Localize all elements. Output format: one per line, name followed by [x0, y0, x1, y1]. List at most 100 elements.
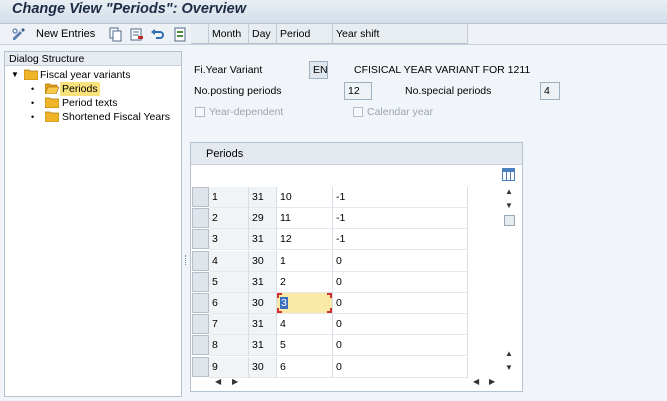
cell-value: 7 — [212, 318, 218, 330]
dialog-structure-panel: Dialog Structure ▼ Fiscal year variants … — [4, 51, 182, 397]
cell-value: 31 — [252, 191, 264, 203]
row-selector-button[interactable] — [192, 251, 209, 271]
cell-value: 9 — [212, 361, 218, 373]
tree-node-shortened-fiscal-years[interactable]: • Shortened Fiscal Years — [31, 110, 181, 124]
cell-period[interactable]: 12 — [277, 229, 333, 250]
row-selector-button[interactable] — [192, 293, 209, 313]
scroll-thumb[interactable] — [504, 215, 515, 226]
tree-node-periods[interactable]: • Periods — [31, 82, 181, 96]
cell-month: 3 — [209, 229, 249, 250]
column-header-period[interactable]: Period — [277, 24, 333, 44]
cell-year-shift[interactable]: -1 — [333, 208, 468, 229]
cell-value: 31 — [252, 318, 264, 330]
cell-value: 0 — [336, 318, 342, 330]
cell-period[interactable]: 5 — [277, 335, 333, 356]
select-all-rows-button[interactable] — [191, 24, 209, 44]
row-selector-button[interactable] — [192, 357, 209, 377]
cell-value: 4 — [212, 255, 218, 267]
row-selector-button[interactable] — [192, 272, 209, 292]
delete-icon[interactable] — [129, 27, 144, 42]
tree-node-period-texts[interactable]: • Period texts — [31, 96, 181, 110]
scroll-left-arrow-icon[interactable]: ◀ — [215, 377, 221, 389]
row-selector-button[interactable] — [192, 229, 209, 249]
tree-label: Period texts — [62, 97, 118, 109]
column-header-month[interactable]: Month — [209, 24, 249, 44]
table-settings-icon[interactable] — [502, 168, 515, 181]
cell-year-shift[interactable]: 0 — [333, 335, 468, 356]
cell-month: 5 — [209, 272, 249, 293]
cell-value: 3 — [212, 233, 218, 245]
cell-value: 5 — [280, 339, 286, 351]
column-header-year-shift[interactable]: Year shift — [333, 24, 468, 44]
focus-corner-marker — [277, 293, 282, 298]
folder-icon — [45, 111, 59, 122]
copy-icon[interactable] — [108, 27, 123, 42]
cell-year-shift[interactable]: 0 — [333, 357, 468, 378]
cell-value: -1 — [336, 191, 346, 203]
row-selector-button[interactable] — [192, 335, 209, 355]
cell-value: 2 — [280, 276, 286, 288]
fy-variant-description: CFISICAL YEAR VARIANT FOR 1211 — [354, 64, 531, 76]
panel-splitter[interactable] — [185, 255, 187, 265]
scroll-right-arrow-icon[interactable]: ▶ — [489, 377, 495, 389]
row-selector-button[interactable] — [192, 187, 209, 207]
cell-year-shift[interactable]: 0 — [333, 314, 468, 335]
cell-value: 5 — [212, 276, 218, 288]
scroll-down-arrow-icon[interactable]: ▼ — [502, 363, 516, 373]
cell-period[interactable]: 3 — [277, 293, 333, 314]
calendar-year-checkbox[interactable] — [353, 107, 363, 117]
page-title: Change View "Periods": Overview — [12, 1, 247, 17]
cell-month: 1 — [209, 187, 249, 208]
cell-period[interactable]: 6 — [277, 357, 333, 378]
cell-year-shift[interactable]: 0 — [333, 272, 468, 293]
cell-month: 8 — [209, 335, 249, 356]
cell-value: 2 — [212, 212, 218, 224]
cell-year-shift[interactable]: -1 — [333, 229, 468, 250]
cell-day: 31 — [249, 335, 277, 356]
tree-label: Periods — [60, 82, 100, 96]
scroll-right-arrow-icon[interactable]: ▶ — [232, 377, 238, 389]
cell-year-shift[interactable]: -1 — [333, 187, 468, 208]
cell-period[interactable]: 10 — [277, 187, 333, 208]
special-periods-field[interactable]: 4 — [540, 82, 560, 100]
column-header-day[interactable]: Day — [249, 24, 277, 44]
cell-day: 31 — [249, 314, 277, 335]
tree-node-fiscal-year-variants[interactable]: ▼ Fiscal year variants — [11, 68, 181, 82]
cell-day: 29 — [249, 208, 277, 229]
cell-value: 31 — [252, 339, 264, 351]
cell-value: 12 — [280, 233, 292, 245]
row-selector-button[interactable] — [192, 208, 209, 228]
cell-period[interactable]: 11 — [277, 208, 333, 229]
cell-year-shift[interactable]: 0 — [333, 293, 468, 314]
focus-corner-marker — [327, 293, 332, 298]
tree-label: Fiscal year variants — [40, 69, 131, 81]
cell-period[interactable]: 2 — [277, 272, 333, 293]
expand-triangle-icon[interactable]: ▼ — [11, 68, 19, 82]
cell-day: 31 — [249, 187, 277, 208]
scroll-up-arrow-icon[interactable]: ▲ — [502, 187, 516, 197]
cell-value: 10 — [280, 191, 292, 203]
select-all-icon[interactable] — [173, 27, 188, 42]
posting-periods-field[interactable]: 12 — [344, 82, 372, 100]
vertical-scrollbar[interactable]: ▲ ▼ ▲ ▼ — [502, 187, 516, 375]
cell-value: 0 — [336, 276, 342, 288]
scroll-up-bottom-icon[interactable]: ▲ — [502, 349, 516, 359]
cell-period[interactable]: 4 — [277, 314, 333, 335]
cell-value: 0 — [336, 361, 342, 373]
cell-period[interactable]: 1 — [277, 251, 333, 272]
cell-month: 2 — [209, 208, 249, 229]
year-dependent-checkbox[interactable] — [195, 107, 205, 117]
cell-value: 31 — [252, 233, 264, 245]
cell-value: 29 — [252, 212, 264, 224]
scroll-left-arrow-icon[interactable]: ◀ — [473, 377, 479, 389]
cell-day: 30 — [249, 357, 277, 378]
table-title: Periods — [191, 143, 522, 165]
cell-value: 6 — [280, 361, 286, 373]
undo-icon[interactable] — [150, 27, 165, 42]
scroll-down-small-icon[interactable]: ▼ — [502, 201, 516, 211]
new-entries-button[interactable]: New Entries — [36, 28, 95, 40]
cell-month: 9 — [209, 357, 249, 378]
cell-year-shift[interactable]: 0 — [333, 251, 468, 272]
toggle-edit-icon[interactable] — [11, 27, 26, 42]
row-selector-button[interactable] — [192, 314, 209, 334]
